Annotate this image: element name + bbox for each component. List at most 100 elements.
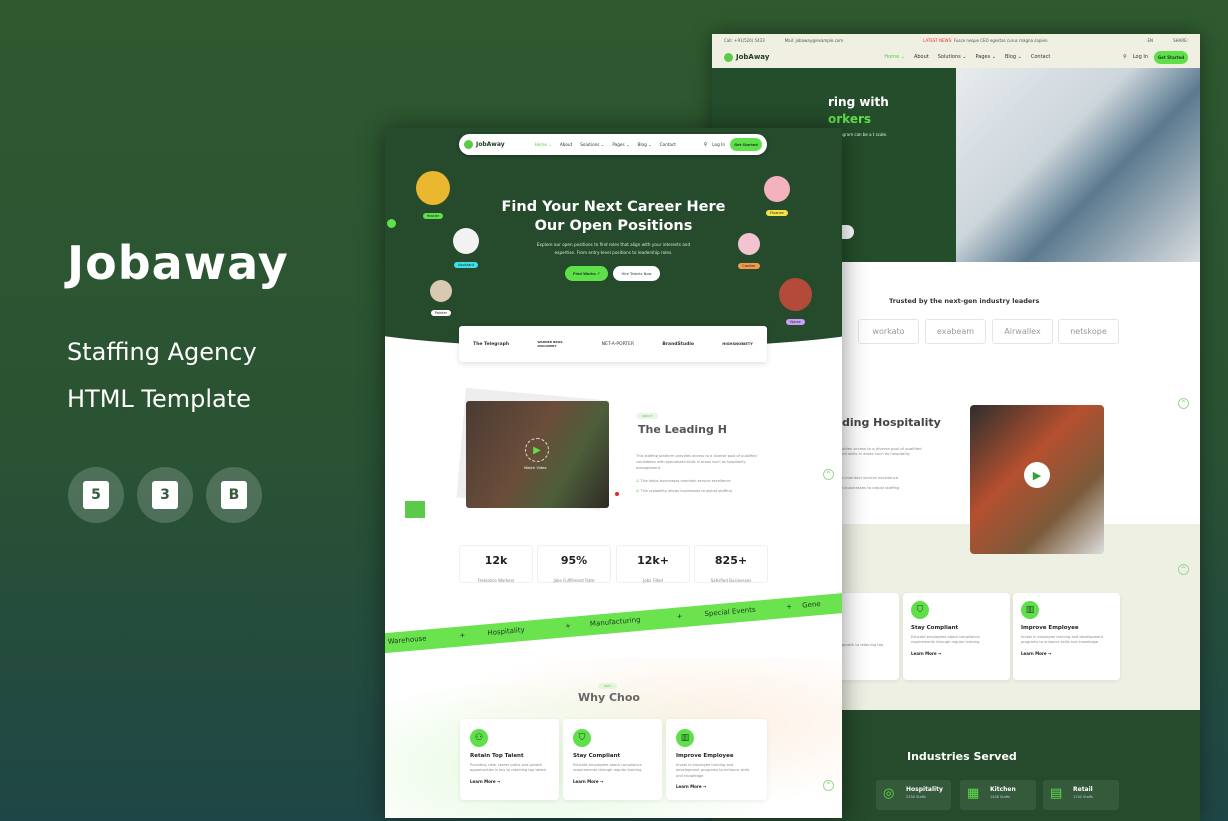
search-icon[interactable]: ⚲ bbox=[704, 142, 708, 148]
avatar: Nurse bbox=[779, 278, 812, 330]
partner-logo: HIGHSNOBIETY bbox=[722, 342, 753, 346]
logo[interactable]: JobAway bbox=[724, 52, 769, 62]
industry-tile[interactable]: ▤ Retail 1740 Staffs bbox=[1043, 780, 1119, 810]
shield-icon: ⛉ bbox=[573, 729, 591, 747]
bootstrap-icon: B bbox=[206, 467, 262, 523]
html5-icon: 5 bbox=[68, 467, 124, 523]
about-text: vides access to a diverse pool of qualif… bbox=[842, 446, 922, 456]
play-icon[interactable]: ▶ bbox=[1024, 462, 1050, 488]
nav-about[interactable]: About bbox=[914, 54, 929, 60]
nav-home[interactable]: Home ⌄ bbox=[535, 142, 552, 147]
nav-pages[interactable]: Pages ⌄ bbox=[612, 142, 629, 147]
learn-more-link[interactable]: Learn More → bbox=[470, 779, 549, 784]
ribbon-item: Hospitality bbox=[487, 625, 526, 638]
stat-card: 12k Freelance Workers bbox=[459, 545, 533, 583]
avatar: Painter bbox=[430, 280, 452, 321]
video-thumbnail[interactable]: ▶ bbox=[970, 405, 1104, 554]
promo-title: Jobaway bbox=[67, 236, 289, 290]
mail-info: Mail: jobaway@example.com bbox=[784, 37, 844, 43]
partner-logo: The Telegraph bbox=[473, 341, 510, 347]
plus-icon: + bbox=[785, 602, 793, 611]
logo[interactable]: JobAway bbox=[464, 140, 505, 149]
learn-more-link[interactable]: Learn More → bbox=[1021, 651, 1112, 656]
find-works-button[interactable]: Find Works ↗ bbox=[565, 266, 608, 281]
growth-icon: ▥ bbox=[1021, 601, 1039, 619]
feature-card: ⚇ Retain Top Talent Providing clear caree… bbox=[460, 719, 559, 800]
about-point: ☑ This helps businesses maintain service… bbox=[636, 479, 731, 483]
industries-title: Industries Served bbox=[907, 750, 1017, 763]
scroll-up-icon[interactable]: ^ bbox=[1178, 564, 1189, 575]
partner-logo: BrandStudio bbox=[662, 341, 694, 347]
about-title: ding Hospitality bbox=[842, 416, 941, 429]
nav-blog[interactable]: Blog ⌄ bbox=[1005, 54, 1022, 60]
about-title: The Leading H bbox=[638, 423, 727, 436]
scroll-up-icon[interactable]: ^ bbox=[823, 469, 834, 480]
partner-logo: exabeam bbox=[925, 319, 986, 344]
learn-more-link[interactable]: Learn More → bbox=[911, 651, 1002, 656]
scroll-up-icon[interactable]: ^ bbox=[1178, 398, 1189, 409]
nav-blog[interactable]: Blog ⌄ bbox=[638, 142, 652, 147]
stat-card: 95% Jobs Fulfillment Rate bbox=[537, 545, 611, 583]
play-icon[interactable]: ▶ bbox=[525, 438, 549, 462]
feature-card: ▥ Improve Employee Invest in employee tra… bbox=[1013, 593, 1120, 680]
partner-logo: Airwallex bbox=[992, 319, 1053, 344]
partner-logo: WARNER BROS. DISCOVERY bbox=[537, 340, 564, 348]
ribbon-item: Special Events bbox=[704, 605, 756, 619]
decor-square bbox=[405, 501, 425, 518]
about-text: This staffing platform provides access t… bbox=[636, 454, 757, 470]
nav-home[interactable]: Home ⌄ bbox=[884, 54, 905, 60]
hero-title-accent: orkers bbox=[828, 112, 872, 126]
trusted-title: Trusted by the next-gen industry leaders bbox=[889, 297, 1040, 305]
partner-logo: netskope bbox=[1058, 319, 1119, 344]
news-text: Fusce neque CEO egestas curus magna sapi… bbox=[953, 37, 1048, 43]
video-thumbnail[interactable]: ▶ Watch Video bbox=[466, 401, 609, 508]
decor-dot bbox=[615, 492, 619, 496]
language-select[interactable]: EN bbox=[1148, 38, 1154, 43]
login-link[interactable]: Log In bbox=[1133, 54, 1148, 60]
nav-contact[interactable]: Contact bbox=[660, 142, 676, 147]
growth-icon: ▥ bbox=[676, 729, 694, 747]
avatar: Assistant bbox=[453, 228, 479, 273]
get-started-button[interactable]: Get Started bbox=[1154, 50, 1188, 64]
shield-icon: ⛉ bbox=[911, 601, 929, 619]
navbar: JobAway Home ⌄ About Solutions ⌄ Pages ⌄… bbox=[459, 134, 767, 155]
css3-icon: 3 bbox=[137, 467, 193, 523]
promo-subtitle: Staffing Agency bbox=[67, 338, 257, 366]
kitchen-icon: ▦ bbox=[967, 786, 980, 801]
about-badge: ABOUT bbox=[636, 413, 659, 419]
stat-card: 12k+ Jobs Filled bbox=[616, 545, 690, 583]
nav-solutions[interactable]: Solutions ⌄ bbox=[938, 54, 967, 60]
learn-more-link[interactable]: Learn More → bbox=[676, 784, 757, 789]
ribbon-item: Gene bbox=[801, 600, 821, 610]
hospitality-icon: ◎ bbox=[883, 786, 895, 801]
avatar: Cashier bbox=[738, 233, 760, 274]
navbar: JobAway Home ⌄ About Solutions ⌄ Pages ⌄… bbox=[712, 46, 1200, 68]
search-icon[interactable]: ⚲ bbox=[1123, 54, 1127, 60]
login-link[interactable]: Log In bbox=[712, 142, 725, 147]
team-photo bbox=[956, 68, 1200, 262]
feature-card: ▥ Improve Employee Invest in employee tra… bbox=[666, 719, 767, 800]
retail-icon: ▤ bbox=[1050, 786, 1063, 801]
industry-tile[interactable]: ◎ Hospitality 2258 Staffs bbox=[876, 780, 951, 810]
plus-icon: + bbox=[676, 612, 683, 621]
nav-solutions[interactable]: Solutions ⌄ bbox=[580, 142, 604, 147]
scroll-up-icon[interactable]: ^ bbox=[823, 780, 834, 791]
ribbon-item: Warehouse bbox=[387, 634, 427, 646]
logos-bar: The Telegraph WARNER BROS. DISCOVERY NET… bbox=[459, 326, 767, 362]
nav-contact[interactable]: Contact bbox=[1031, 54, 1050, 60]
hire-talents-button[interactable]: Hire Talents Now bbox=[613, 266, 660, 281]
plus-icon: + bbox=[564, 621, 572, 631]
share-label: SHARE: bbox=[1173, 37, 1188, 43]
nav-pages[interactable]: Pages ⌄ bbox=[976, 54, 997, 60]
about-point: s businesses to adjust staffing bbox=[842, 485, 900, 490]
watch-video-label: Watch Video bbox=[524, 466, 547, 470]
learn-more-link[interactable]: Learn More → bbox=[573, 779, 652, 784]
topbar: Call: +91(520) 5433 Mail: jobaway@exampl… bbox=[712, 34, 1200, 46]
get-started-button[interactable]: Get Started bbox=[730, 138, 762, 151]
about-point: s maintain service excellence bbox=[842, 475, 899, 480]
nav-about[interactable]: About bbox=[560, 142, 572, 147]
why-title: Why Choo bbox=[578, 691, 640, 704]
avatar: Finance bbox=[764, 176, 790, 221]
industry-tile[interactable]: ▦ Kitchen 1408 Staffs bbox=[960, 780, 1036, 810]
stat-card: 825+ Satisfied Businesses bbox=[694, 545, 768, 583]
